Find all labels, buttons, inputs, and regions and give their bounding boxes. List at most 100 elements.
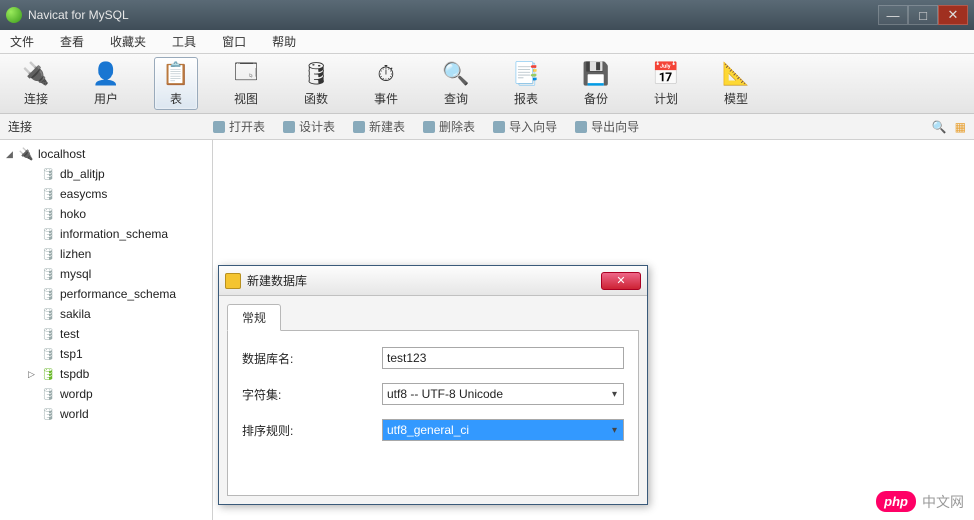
dbname-label: 数据库名: bbox=[242, 350, 382, 367]
tree-db-test[interactable]: 🛢 test bbox=[0, 324, 212, 344]
tool-label: 备份 bbox=[584, 90, 608, 107]
tool-icon: 📅 bbox=[652, 60, 680, 88]
new-database-dialog: 新建数据库 ✕ 常规 数据库名: test123 字符集: utf8 -- UT… bbox=[218, 265, 648, 505]
watermark: php 中文网 bbox=[876, 491, 964, 512]
database-icon: 🛢 bbox=[40, 366, 56, 382]
action-导入向导[interactable]: 导入向导 bbox=[493, 118, 557, 135]
menu-window[interactable]: 窗口 bbox=[222, 33, 246, 50]
panel-header: 连接 bbox=[8, 118, 213, 135]
tree-db-tspdb[interactable]: ▷🛢 tspdb bbox=[0, 364, 212, 384]
menu-tools[interactable]: 工具 bbox=[172, 33, 196, 50]
action-icon bbox=[213, 121, 225, 133]
window-title: Navicat for MySQL bbox=[28, 8, 878, 22]
database-icon: 🛢 bbox=[40, 206, 56, 222]
tree-db-tsp1[interactable]: 🛢tsp1 bbox=[0, 344, 212, 364]
tree-label: performance_schema bbox=[60, 287, 176, 301]
tool-label: 函数 bbox=[304, 90, 328, 107]
tree-db-easycms[interactable]: 🛢 easycms bbox=[0, 184, 212, 204]
app-logo-icon bbox=[6, 7, 22, 23]
action-新建表[interactable]: 新建表 bbox=[353, 118, 405, 135]
close-button[interactable]: ✕ bbox=[938, 5, 968, 25]
tool-icon: 🔍 bbox=[442, 60, 470, 88]
tool-label: 用户 bbox=[94, 90, 118, 107]
tree-connection[interactable]: ◢🔌 localhost bbox=[0, 144, 212, 164]
action-导出向导[interactable]: 导出向导 bbox=[575, 118, 639, 135]
tool-label: 计划 bbox=[654, 90, 678, 107]
tool-模型[interactable]: 📐模型 bbox=[714, 58, 758, 109]
database-icon: 🛢 bbox=[40, 386, 56, 402]
menu-file[interactable]: 文件 bbox=[10, 33, 34, 50]
tree-label: easycms bbox=[60, 187, 107, 201]
database-icon: 🛢 bbox=[40, 326, 56, 342]
tool-表[interactable]: 📋表 bbox=[154, 57, 198, 110]
tree-label: information_schema bbox=[60, 227, 168, 241]
tree-label: hoko bbox=[60, 207, 86, 221]
dialog-close-button[interactable]: ✕ bbox=[601, 272, 641, 290]
tree-label: mysql bbox=[60, 267, 91, 281]
tree-db-hoko[interactable]: 🛢 hoko bbox=[0, 204, 212, 224]
tool-报表[interactable]: 📑 报表 bbox=[504, 58, 548, 109]
tab-general[interactable]: 常规 bbox=[227, 304, 281, 331]
dialog-title: 新建数据库 bbox=[247, 272, 601, 289]
tool-查询[interactable]: 🔍 查询 bbox=[434, 58, 478, 109]
database-icon: 🛢 bbox=[40, 406, 56, 422]
tool-label: 查询 bbox=[444, 90, 468, 107]
dbname-input[interactable]: test123 bbox=[382, 347, 624, 369]
expand-icon[interactable]: ▷ bbox=[28, 369, 40, 380]
tool-icon: 📐 bbox=[722, 60, 750, 88]
tree-label: test bbox=[60, 327, 79, 341]
tree-label: tsp1 bbox=[60, 347, 83, 361]
menu-help[interactable]: 帮助 bbox=[272, 33, 296, 50]
tool-label: 表 bbox=[170, 90, 182, 107]
tree-db-db_alitjp[interactable]: 🛢db_alitjp bbox=[0, 164, 212, 184]
menu-view[interactable]: 查看 bbox=[60, 33, 84, 50]
connection-tree[interactable]: ◢🔌localhost🛢db_alitjp🛢easycms🛢hoko🛢infor… bbox=[0, 140, 213, 520]
tool-计划[interactable]: 📅 计划 bbox=[644, 58, 688, 109]
grid-icon[interactable]: ▦ bbox=[955, 120, 966, 134]
dialog-form: 数据库名: test123 字符集: utf8 -- UTF-8 Unicode… bbox=[227, 331, 639, 496]
action-打开表[interactable]: 打开表 bbox=[213, 118, 265, 135]
tool-连接[interactable]: 🔌 连接 bbox=[14, 58, 58, 109]
tree-db-mysql[interactable]: 🛢mysql bbox=[0, 264, 212, 284]
tree-db-performance_schema[interactable]: 🛢 performance_schema bbox=[0, 284, 212, 304]
tool-icon: 👤 bbox=[92, 60, 120, 88]
tool-函数[interactable]: 🛢函数 bbox=[294, 58, 338, 109]
search-icon[interactable]: 🔍 bbox=[932, 120, 947, 134]
tool-事件[interactable]: ⏱事件 bbox=[364, 58, 408, 109]
action-设计表[interactable]: 设计表 bbox=[283, 118, 335, 135]
tool-备份[interactable]: 💾备份 bbox=[574, 58, 618, 109]
tool-icon: 📋 bbox=[162, 60, 190, 88]
minimize-button[interactable]: — bbox=[878, 5, 908, 25]
database-icon: 🛢 bbox=[40, 186, 56, 202]
tree-db-lizhen[interactable]: 🛢lizhen bbox=[0, 244, 212, 264]
tree-db-information_schema[interactable]: 🛢 information_schema bbox=[0, 224, 212, 244]
database-icon: 🛢 bbox=[40, 286, 56, 302]
tree-db-world[interactable]: 🛢world bbox=[0, 404, 212, 424]
tree-label: db_alitjp bbox=[60, 167, 105, 181]
tool-用户[interactable]: 👤 用户 bbox=[84, 58, 128, 109]
action-删除表[interactable]: 删除表 bbox=[423, 118, 475, 135]
tool-icon: 🔌 bbox=[22, 60, 50, 88]
watermark-text: 中文网 bbox=[922, 492, 964, 512]
tool-icon: 🗔 bbox=[232, 60, 260, 88]
dialog-titlebar[interactable]: 新建数据库 ✕ bbox=[219, 266, 647, 296]
tree-label: tspdb bbox=[60, 367, 89, 381]
tool-label: 连接 bbox=[24, 90, 48, 107]
connection-icon: 🔌 bbox=[18, 146, 34, 162]
database-icon: 🛢 bbox=[40, 246, 56, 262]
database-icon: 🛢 bbox=[40, 306, 56, 322]
menu-favorites[interactable]: 收藏夹 bbox=[110, 33, 146, 50]
tool-视图[interactable]: 🗔视图 bbox=[224, 58, 268, 109]
sub-toolbar: 连接 打开表 设计表 新建表 删除表 导入向导 导出向导 🔍 ▦ bbox=[0, 114, 974, 140]
tree-db-wordp[interactable]: 🛢wordp bbox=[0, 384, 212, 404]
collation-select[interactable]: utf8_general_ci bbox=[382, 419, 624, 441]
expand-icon[interactable]: ◢ bbox=[6, 149, 18, 160]
tool-icon: 📑 bbox=[512, 60, 540, 88]
database-icon: 🛢 bbox=[40, 226, 56, 242]
tree-db-sakila[interactable]: 🛢sakila bbox=[0, 304, 212, 324]
tree-label: localhost bbox=[38, 147, 85, 161]
tool-icon: ⏱ bbox=[372, 60, 400, 88]
tool-label: 报表 bbox=[514, 90, 538, 107]
maximize-button[interactable]: □ bbox=[908, 5, 938, 25]
charset-select[interactable]: utf8 -- UTF-8 Unicode bbox=[382, 383, 624, 405]
